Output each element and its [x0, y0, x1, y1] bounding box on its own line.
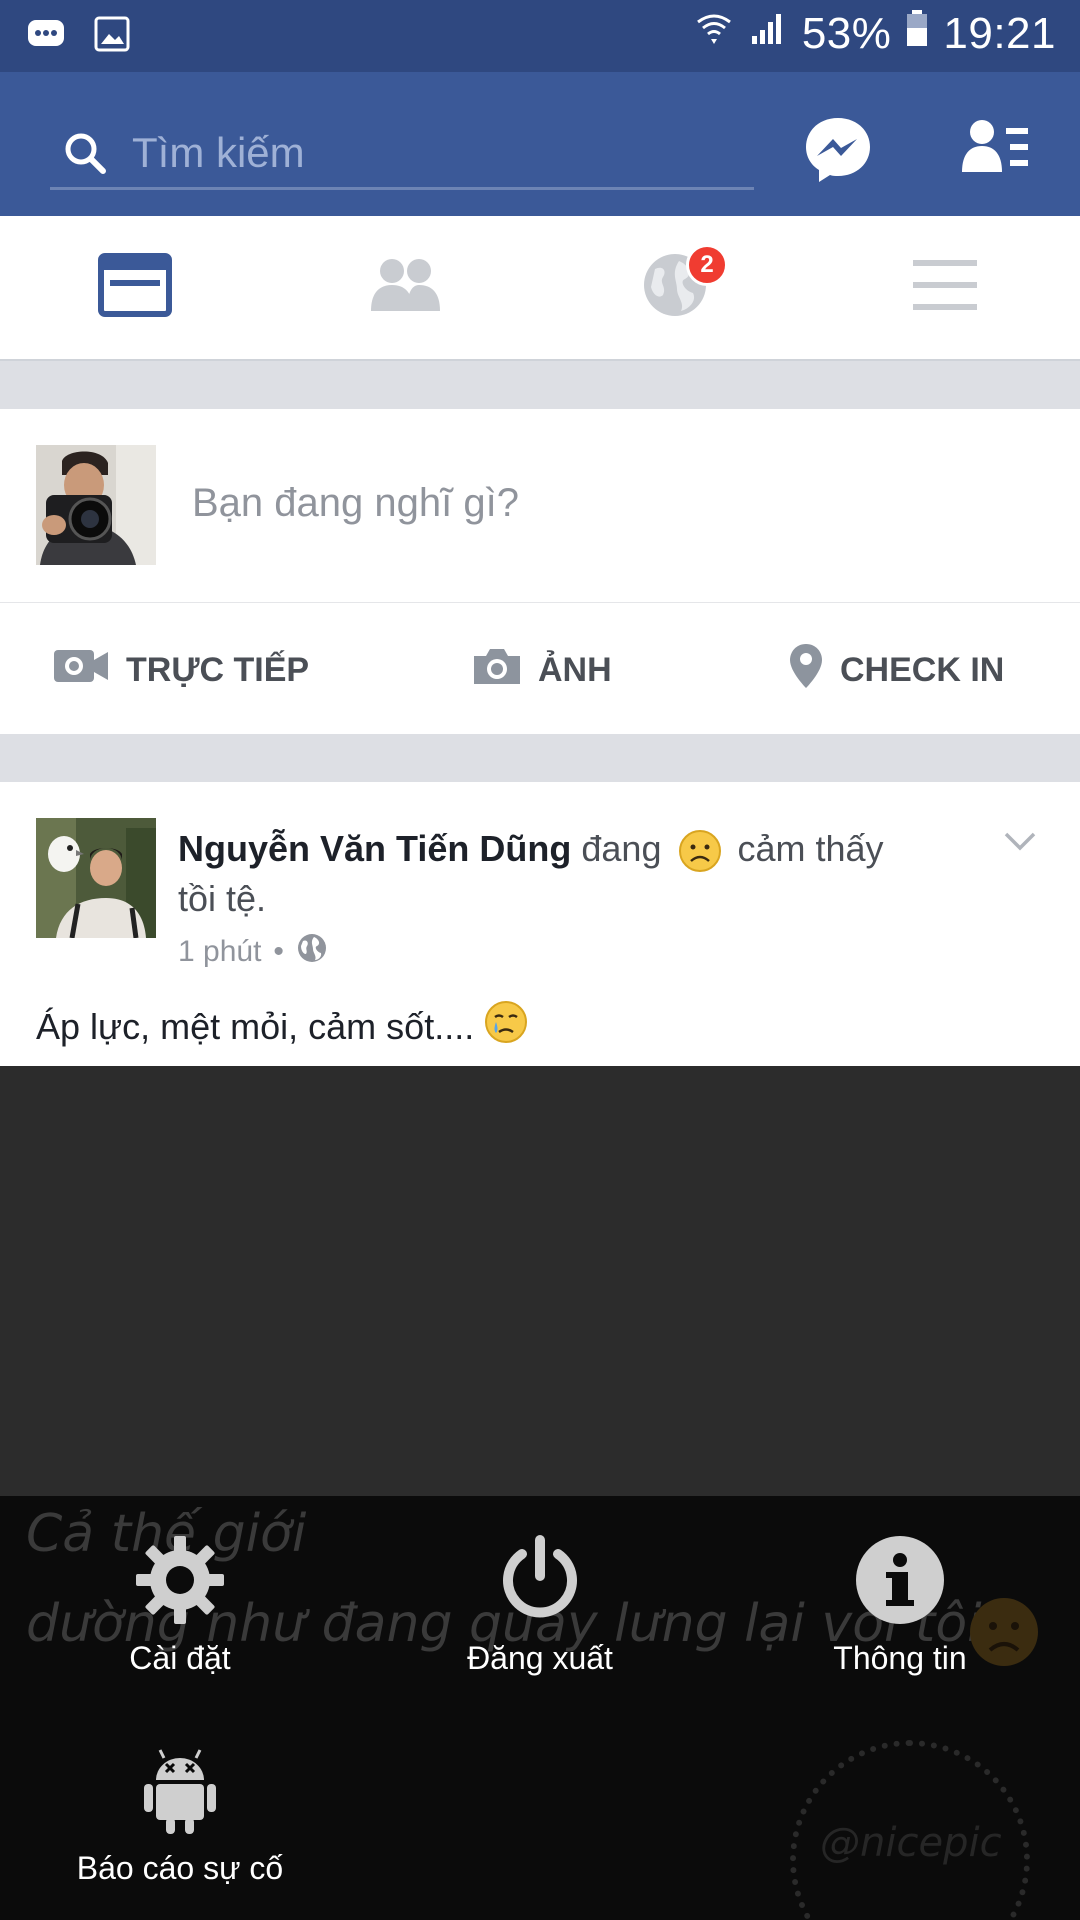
status-composer[interactable]: Bạn đang nghĩ gì?	[0, 409, 1080, 603]
battery-percent: 53%	[801, 8, 892, 58]
tab-notifications[interactable]	[540, 216, 810, 359]
watermark-tag: @nicepic	[820, 1820, 1002, 1866]
composer-actions: TRỰC TIẾP ẢNH CHECK IN	[0, 604, 1080, 734]
post-text-row: Áp lực, mệt mỏi, cảm sốt....	[36, 1000, 528, 1053]
android-icon	[130, 1740, 230, 1840]
section-divider	[0, 361, 1080, 409]
report-problem-label: Báo cáo sự cố	[76, 1850, 284, 1886]
tab-news-feed[interactable]	[0, 216, 270, 359]
public-globe-icon	[296, 932, 328, 972]
post-author-name[interactable]: Nguyễn Văn Tiến Dũng	[178, 828, 571, 869]
app-bar: Tìm kiếm	[0, 72, 1080, 216]
search-icon	[50, 123, 120, 183]
info-button[interactable]: Thông tin	[770, 1530, 1030, 1677]
post-author-avatar[interactable]	[36, 818, 156, 938]
tab-bar	[0, 216, 1080, 361]
clock: 19:21	[943, 8, 1056, 58]
photo-label: ẢNH	[538, 650, 612, 689]
post-verb: đang	[581, 828, 662, 869]
dimmed-background	[0, 1066, 1080, 1496]
live-button[interactable]: TRỰC TIẾP	[54, 644, 309, 696]
post-options-chevron-icon[interactable]	[1002, 822, 1038, 858]
signal-icon	[748, 8, 788, 59]
news-feed-icon	[98, 253, 172, 322]
tab-more-menu[interactable]	[810, 216, 1080, 359]
meta-separator: •	[273, 935, 284, 968]
messenger-icon[interactable]	[800, 112, 876, 188]
power-icon	[490, 1530, 590, 1630]
notification-badge: 2	[686, 244, 728, 286]
hamburger-menu-icon	[913, 258, 977, 317]
live-label: TRỰC TIẾP	[126, 650, 310, 689]
check-in-label: CHECK IN	[840, 650, 1005, 689]
settings-button[interactable]: Cài đặt	[50, 1530, 310, 1677]
logout-button[interactable]: Đăng xuất	[410, 1530, 670, 1677]
photo-button[interactable]: ẢNH	[472, 644, 612, 696]
info-label: Thông tin	[833, 1640, 967, 1676]
post-meta: 1 phút •	[178, 932, 328, 972]
logout-label: Đăng xuất	[467, 1640, 613, 1676]
feed-post: Nguyễn Văn Tiến Dũng đang cảm thấy tồi t…	[0, 782, 1080, 1066]
info-icon	[850, 1530, 950, 1630]
user-avatar[interactable]	[36, 445, 156, 565]
sad-face-icon	[678, 829, 722, 873]
search-input[interactable]: Tìm kiếm	[50, 118, 754, 190]
friends-icon	[367, 255, 443, 320]
tab-friend-requests[interactable]	[270, 216, 540, 359]
camera-icon	[472, 646, 522, 695]
composer-placeholder: Bạn đang nghĩ gì?	[192, 481, 519, 525]
video-camera-icon	[54, 646, 110, 695]
gallery-notification-icon	[94, 14, 130, 59]
post-text: Áp lực, mệt mỏi, cảm sốt....	[36, 1005, 475, 1047]
post-headline: Nguyễn Văn Tiến Dũng đang cảm thấy tồi t…	[178, 824, 918, 924]
location-pin-icon	[788, 642, 824, 699]
message-notification-icon	[26, 14, 66, 59]
post-time[interactable]: 1 phút	[178, 935, 261, 969]
crying-face-icon	[484, 1000, 528, 1053]
status-bar: 53% 19:21	[0, 0, 1080, 72]
check-in-button[interactable]: CHECK IN	[788, 642, 1005, 699]
settings-label: Cài đặt	[129, 1640, 231, 1676]
friends-list-icon[interactable]	[960, 116, 1032, 180]
search-placeholder: Tìm kiếm	[132, 128, 305, 176]
wifi-icon	[694, 8, 734, 59]
section-divider	[0, 734, 1080, 782]
gear-icon	[130, 1530, 230, 1630]
report-problem-button[interactable]: Báo cáo sự cố	[50, 1740, 310, 1887]
battery-icon	[905, 8, 929, 59]
